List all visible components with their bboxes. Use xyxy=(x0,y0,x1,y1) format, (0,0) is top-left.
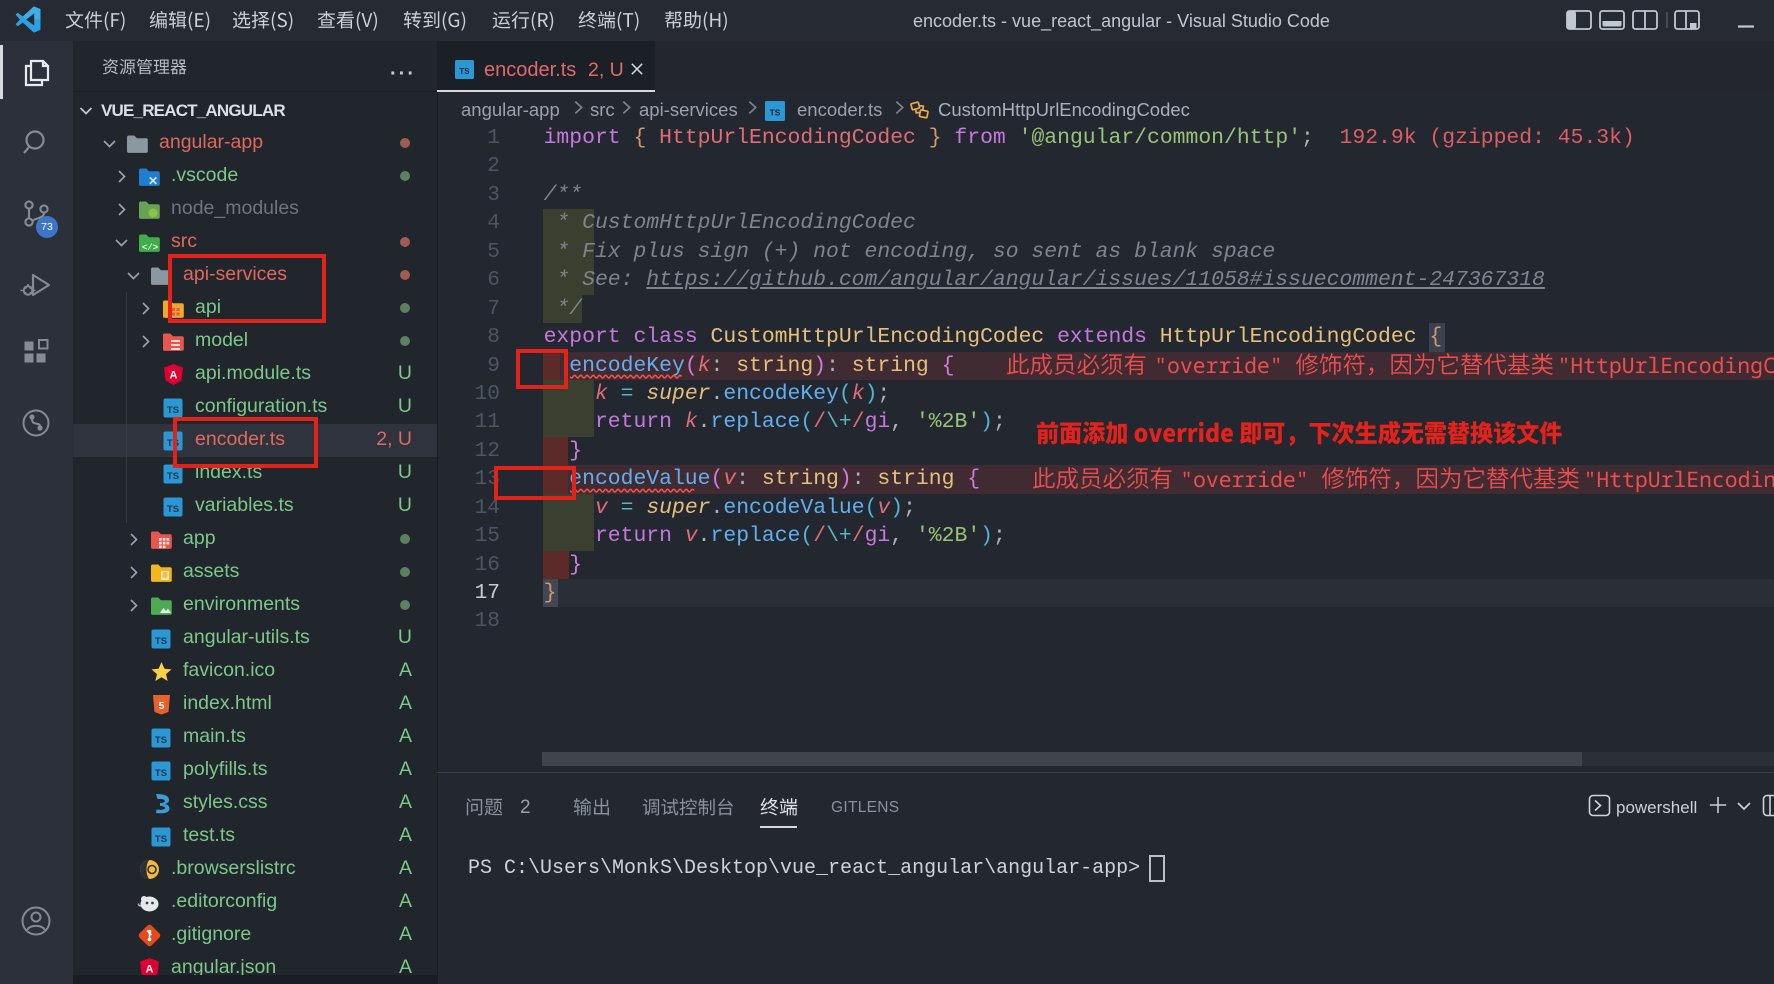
svg-text:TS: TS xyxy=(155,768,167,779)
svg-text:A: A xyxy=(170,369,178,381)
svg-text:TS: TS xyxy=(167,471,179,482)
svg-text:TS: TS xyxy=(155,834,167,845)
svg-text:TS: TS xyxy=(155,636,167,647)
svg-text:TS: TS xyxy=(459,67,470,76)
svg-text:TS: TS xyxy=(770,108,781,118)
svg-text:TS: TS xyxy=(167,405,179,416)
svg-text:A: A xyxy=(146,963,154,975)
svg-text:TS: TS xyxy=(155,735,167,746)
svg-text:TS: TS xyxy=(167,504,179,515)
svg-text:5: 5 xyxy=(159,700,165,712)
svg-text:</>: </> xyxy=(142,243,158,253)
svg-text:✕: ✕ xyxy=(148,174,158,188)
